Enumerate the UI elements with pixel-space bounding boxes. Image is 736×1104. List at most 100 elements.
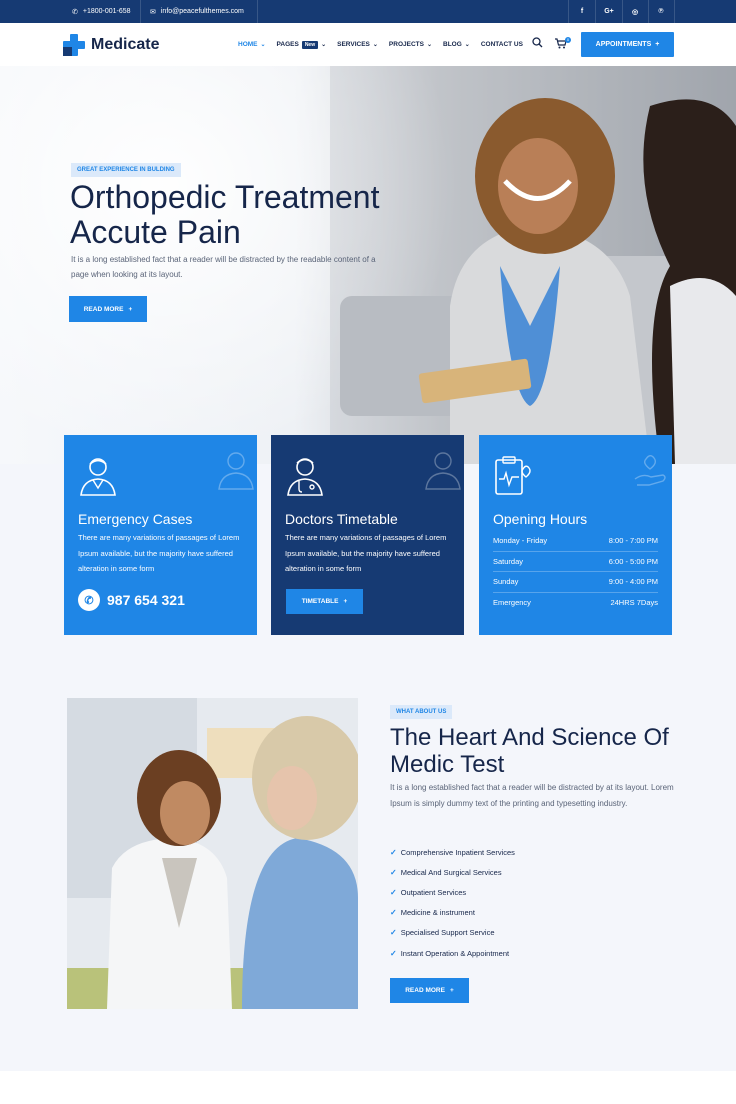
- search-icon[interactable]: [532, 37, 543, 48]
- chevron-down-icon: ⌄: [260, 42, 266, 48]
- timetable-title: Doctors Timetable: [285, 511, 398, 527]
- hero-read-more-button[interactable]: READ MORE +: [69, 296, 147, 322]
- doctor-stethoscope-icon: [287, 458, 323, 496]
- nav-services-label: SERVICES: [337, 41, 370, 48]
- plus-icon: +: [128, 305, 133, 313]
- instagram-icon[interactable]: ◎: [622, 0, 648, 23]
- hours-row: Monday - Friday 8:00 - 7:00 PM: [493, 531, 658, 552]
- nav-services[interactable]: SERVICES ⌄: [337, 41, 378, 48]
- divider: [257, 0, 258, 23]
- emergency-card: Emergency Cases There are many variation…: [64, 435, 257, 635]
- emergency-phone-number: 987 654 321: [107, 592, 185, 608]
- check-icon: ✓: [390, 948, 397, 958]
- feature-label: Medicine & instrument: [400, 908, 475, 918]
- hours-day: Monday - Friday: [493, 536, 548, 546]
- plus-icon: +: [449, 987, 454, 994]
- nav-pages[interactable]: PAGES New ⌄: [277, 40, 327, 49]
- hours-day: Emergency: [493, 598, 531, 608]
- check-icon: ✓: [390, 847, 397, 857]
- list-item: ✓ Specialised Support Service: [390, 923, 515, 943]
- nav-contact-label: CONTACT US: [480, 41, 523, 48]
- top-email[interactable]: ✉ info@peacefulthemes.com: [150, 0, 244, 23]
- list-item: ✓ Medical And Surgical Services: [390, 862, 515, 882]
- nav-blog[interactable]: BLOG ⌄: [443, 41, 470, 48]
- feature-label: Outpatient Services: [400, 887, 467, 897]
- hero-tag: GREAT EXPERIENCE IN BULDING: [71, 163, 181, 177]
- doctor-icon: [218, 452, 254, 490]
- timetable-card: Doctors Timetable There are many variati…: [271, 435, 464, 635]
- nav-home-label: HOME: [238, 41, 258, 48]
- opening-hours-card: Opening Hours Monday - Friday 8:00 - 7:00…: [479, 435, 672, 635]
- nav-contact[interactable]: CONTACT US: [481, 41, 523, 48]
- hours-time: 8:00 - 7:00 PM: [608, 536, 658, 546]
- divider: [674, 0, 675, 23]
- google-plus-icon[interactable]: G+: [596, 0, 622, 23]
- feature-label: Specialised Support Service: [400, 928, 495, 938]
- hours-day: Sunday: [493, 577, 519, 587]
- list-item: ✓ Medicine & instrument: [390, 903, 515, 923]
- phone-icon: ✆: [78, 589, 100, 611]
- feature-list: ✓ Comprehensive Inpatient Services ✓ Medic…: [390, 842, 515, 963]
- hero-title: Orthopedic Treatment Accute Pain: [70, 179, 380, 250]
- top-phone[interactable]: ✆ +1800-001-658: [72, 0, 131, 23]
- check-icon: ✓: [390, 887, 397, 897]
- logo[interactable]: Medicate: [63, 34, 159, 56]
- feature-label: Medical And Surgical Services: [400, 867, 502, 877]
- hours-row: Sunday 9:00 - 4:00 PM: [493, 572, 658, 593]
- about-read-more-button[interactable]: READ MORE +: [390, 978, 469, 1003]
- doctor-icon: [80, 458, 116, 496]
- list-item: ✓ Outpatient Services: [390, 882, 515, 902]
- top-email-text: info@peacefulthemes.com: [160, 8, 244, 15]
- hero-read-more-label: READ MORE: [83, 305, 124, 313]
- hand-heart-icon: [634, 455, 666, 486]
- about-text: It is a long established fact that a rea…: [390, 783, 674, 808]
- main-nav: HOME ⌄ PAGES New ⌄ SERVICES ⌄ PROJECTS ⌄ BLOG…: [238, 23, 523, 66]
- timetable-text: There are many variations of passages of…: [285, 533, 447, 573]
- hours-row: Emergency 24HRS 7Days: [493, 593, 658, 614]
- medical-cross-icon: [63, 34, 85, 56]
- footer-strip: [0, 1071, 736, 1104]
- about-read-more-label: READ MORE: [405, 987, 445, 994]
- clipboard-heart-icon: [495, 456, 531, 495]
- nav-blog-label: BLOG: [443, 41, 462, 48]
- about-title: The Heart And Science Of Medic Test: [390, 724, 669, 778]
- about-tag: WHAT ABOUT US: [390, 705, 453, 719]
- top-phone-text: +1800-001-658: [82, 8, 131, 15]
- top-bar: ✆ +1800-001-658 ✉ info@peacefulthemes.co…: [0, 0, 736, 23]
- emergency-text: There are many variations of passages of…: [78, 533, 240, 573]
- appointments-label: APPOINTMENTS: [595, 41, 652, 48]
- feature-label: Comprehensive Inpatient Services: [400, 847, 515, 857]
- nav-home[interactable]: HOME ⌄: [238, 41, 266, 48]
- chevron-down-icon: ⌄: [321, 42, 327, 48]
- check-icon: ✓: [390, 928, 397, 938]
- timetable-button-label: TIMETABLE: [301, 598, 339, 605]
- list-item: ✓ Instant Operation & Appointment: [390, 943, 515, 963]
- main-header: Medicate HOME ⌄ PAGES New ⌄ SERVICES ⌄ PROJE…: [0, 23, 736, 66]
- chevron-down-icon: ⌄: [426, 42, 432, 48]
- new-badge: New: [301, 40, 319, 49]
- divider: [140, 0, 141, 23]
- emergency-title: Emergency Cases: [78, 511, 193, 527]
- appointments-button[interactable]: APPOINTMENTS +: [581, 32, 674, 57]
- hours-time: 6:00 - 5:00 PM: [608, 556, 658, 566]
- chevron-down-icon: ⌄: [464, 42, 470, 48]
- timetable-button[interactable]: TIMETABLE +: [286, 589, 363, 614]
- feature-label: Instant Operation & Appointment: [400, 948, 510, 958]
- hero-section: GREAT EXPERIENCE IN BULDING Orthopedic T…: [0, 66, 736, 464]
- mail-icon: ✉: [150, 8, 156, 16]
- nav-projects[interactable]: PROJECTS ⌄: [389, 41, 432, 48]
- plus-icon: +: [655, 41, 660, 48]
- check-icon: ✓: [390, 908, 397, 918]
- hero-text: It is a long established fact that a rea…: [71, 255, 376, 279]
- hours-time: 9:00 - 4:00 PM: [608, 577, 658, 587]
- emergency-phone[interactable]: ✆ 987 654 321: [78, 589, 185, 611]
- about-image: [67, 698, 358, 1009]
- list-item: ✓ Comprehensive Inpatient Services: [390, 842, 515, 862]
- cart-count-badge: 0: [565, 37, 571, 43]
- hours-time: 24HRS 7Days: [610, 598, 658, 608]
- doctor-icon: [425, 452, 461, 490]
- pinterest-icon[interactable]: ℗: [648, 0, 674, 23]
- facebook-icon[interactable]: f: [569, 0, 595, 23]
- hours-table: Monday - Friday 8:00 - 7:00 PM Saturday 6:…: [493, 531, 658, 613]
- hours-day: Saturday: [493, 556, 524, 566]
